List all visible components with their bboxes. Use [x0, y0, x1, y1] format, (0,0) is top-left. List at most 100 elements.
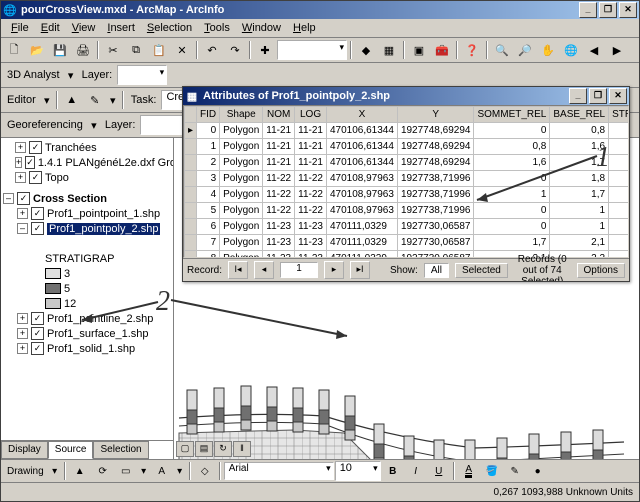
- expand-icon[interactable]: +: [15, 142, 26, 153]
- layer-label[interactable]: Topo: [45, 172, 69, 184]
- legend-label[interactable]: 12: [64, 298, 76, 310]
- checkbox[interactable]: ✓: [31, 312, 44, 325]
- new-text-icon[interactable]: A: [151, 460, 173, 482]
- col-header[interactable]: BASE_REL: [550, 107, 609, 123]
- georef-menu-icon[interactable]: ▾: [88, 114, 100, 136]
- new-icon[interactable]: 🗋: [3, 39, 25, 61]
- undo-icon[interactable]: ↶: [201, 39, 223, 61]
- expand-icon[interactable]: –: [17, 223, 28, 234]
- table-row[interactable]: 6Polygon11-2311-23470111,03291927730,065…: [185, 219, 630, 235]
- attr-minimize-button[interactable]: _: [569, 88, 587, 104]
- italic-icon[interactable]: I: [405, 460, 427, 482]
- tool2-icon[interactable]: ▦: [378, 39, 400, 61]
- edit-tool-icon[interactable]: ▲: [61, 89, 83, 111]
- analyst-menu-icon[interactable]: ▾: [65, 64, 77, 86]
- checkbox[interactable]: ✓: [31, 342, 44, 355]
- last-record-button[interactable]: ▸I: [350, 261, 370, 279]
- col-header[interactable]: FID: [197, 107, 220, 123]
- expand-icon[interactable]: +: [15, 172, 26, 183]
- print-icon[interactable]: 🖨: [72, 39, 94, 61]
- expand-icon[interactable]: +: [17, 328, 28, 339]
- layer-label[interactable]: Prof1_solid_1.shp: [47, 343, 135, 355]
- record-input[interactable]: 1: [280, 262, 318, 278]
- menu-window[interactable]: Window: [236, 20, 287, 36]
- options-button[interactable]: Options: [577, 263, 625, 278]
- tab-display[interactable]: Display: [1, 441, 48, 459]
- tab-selection[interactable]: Selection: [93, 441, 148, 459]
- checkbox[interactable]: ✓: [29, 141, 42, 154]
- data-view-button[interactable]: ▢: [176, 441, 194, 457]
- expand-icon[interactable]: +: [15, 157, 22, 168]
- table-row[interactable]: 5Polygon11-2211-22470108,979631927738,71…: [185, 203, 630, 219]
- col-header[interactable]: STRATIGRAP: [609, 107, 629, 123]
- redo-icon[interactable]: ↷: [224, 39, 246, 61]
- catalog-icon[interactable]: ▣: [408, 39, 430, 61]
- expand-icon[interactable]: +: [17, 313, 28, 324]
- layer-label[interactable]: Prof1_pointpoint_1.shp: [47, 208, 160, 220]
- prev-extent-icon[interactable]: ◀: [583, 39, 605, 61]
- scale-dropdown[interactable]: [277, 40, 347, 60]
- tool1-icon[interactable]: ◆: [355, 39, 377, 61]
- arctoolbox-icon[interactable]: 🧰: [431, 39, 453, 61]
- expand-icon[interactable]: +: [17, 208, 28, 219]
- attr-maximize-button[interactable]: ❐: [589, 88, 607, 104]
- tab-source[interactable]: Source: [48, 441, 94, 459]
- pan-icon[interactable]: ✋: [537, 39, 559, 61]
- cut-icon[interactable]: ✂: [102, 39, 124, 61]
- whatsthis-icon[interactable]: ❓: [461, 39, 483, 61]
- expand-icon[interactable]: –: [3, 193, 14, 204]
- col-header[interactable]: LOG: [295, 107, 327, 123]
- expand-icon[interactable]: +: [17, 343, 28, 354]
- attr-close-button[interactable]: ✕: [609, 88, 627, 104]
- toc-tree[interactable]: +✓Tranchées+✓1.4.1 PLANgénéL2e.dxf Gro+✓…: [1, 138, 173, 440]
- table-row[interactable]: 3Polygon11-2211-22470108,979631927738,71…: [185, 171, 630, 187]
- font-size-dropdown[interactable]: 10: [335, 461, 381, 481]
- menu-help[interactable]: Help: [287, 20, 322, 36]
- new-rect-icon[interactable]: ▭: [115, 460, 137, 482]
- checkbox[interactable]: ✓: [25, 156, 35, 169]
- paste-icon[interactable]: 📋: [148, 39, 170, 61]
- analyst-layer-dropdown[interactable]: [117, 65, 167, 85]
- maximize-button[interactable]: ❐: [599, 2, 617, 18]
- close-button[interactable]: ✕: [619, 2, 637, 18]
- full-extent-icon[interactable]: 🌐: [560, 39, 582, 61]
- table-row[interactable]: 2Polygon11-2111-21470106,613441927748,69…: [185, 155, 630, 171]
- underline-icon[interactable]: U: [428, 460, 450, 482]
- text-menu-icon[interactable]: ▾: [174, 460, 186, 482]
- col-header[interactable]: Y: [397, 107, 474, 123]
- first-record-button[interactable]: I◂: [228, 261, 248, 279]
- marker-color-icon[interactable]: ●: [527, 460, 549, 482]
- table-row[interactable]: 7Polygon11-2311-23470111,03291927730,065…: [185, 235, 630, 251]
- legend-label[interactable]: 3: [64, 268, 70, 280]
- save-icon[interactable]: 💾: [49, 39, 71, 61]
- bold-icon[interactable]: B: [382, 460, 404, 482]
- font-dropdown[interactable]: Arial: [224, 462, 334, 480]
- group-cross-section[interactable]: Cross Section: [33, 193, 107, 205]
- legend-label[interactable]: STRATIGRAP: [45, 253, 114, 265]
- refresh-view-button[interactable]: ↻: [214, 441, 232, 457]
- checkbox[interactable]: ✓: [29, 171, 42, 184]
- legend-label[interactable]: 5: [64, 283, 70, 295]
- prev-record-button[interactable]: ◂: [254, 261, 274, 279]
- menu-edit[interactable]: Edit: [35, 20, 66, 36]
- menu-view[interactable]: View: [66, 20, 102, 36]
- minimize-button[interactable]: _: [579, 2, 597, 18]
- layout-view-button[interactable]: ▤: [195, 441, 213, 457]
- drawing-menu-icon[interactable]: ▾: [49, 460, 61, 482]
- table-row[interactable]: 4Polygon11-2211-22470108,979631927738,71…: [185, 187, 630, 203]
- copy-icon[interactable]: ⧉: [125, 39, 147, 61]
- font-color-icon[interactable]: A: [458, 460, 480, 482]
- checkbox[interactable]: ✓: [17, 192, 30, 205]
- zoom-out-icon[interactable]: 🔎: [514, 39, 536, 61]
- checkbox[interactable]: ✓: [31, 327, 44, 340]
- shape-menu-icon[interactable]: ▾: [138, 460, 150, 482]
- open-icon[interactable]: 📂: [26, 39, 48, 61]
- checkbox[interactable]: ✓: [31, 222, 44, 235]
- attr-grid[interactable]: FIDShapeNOMLOGXYSOMMET_RELBASE_RELSTRATI…: [183, 105, 629, 258]
- menu-file[interactable]: File: [5, 20, 35, 36]
- editor-menu-icon[interactable]: ▾: [41, 89, 53, 111]
- delete-icon[interactable]: ✕: [171, 39, 193, 61]
- col-header[interactable]: SOMMET_REL: [474, 107, 550, 123]
- sketch-menu-icon[interactable]: ▾: [107, 89, 119, 111]
- layer-label[interactable]: Prof1_pointline_2.shp: [47, 313, 153, 325]
